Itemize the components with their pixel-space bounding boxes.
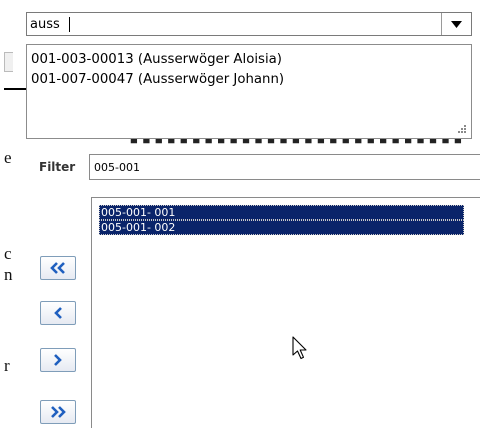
move-all-right-button[interactable] bbox=[40, 400, 76, 424]
search-combobox[interactable] bbox=[26, 12, 472, 36]
move-right-button[interactable] bbox=[40, 348, 76, 372]
dropdown-toggle-button[interactable] bbox=[441, 13, 471, 35]
filter-input[interactable] bbox=[89, 154, 480, 180]
background-text-fragment: n bbox=[4, 265, 13, 284]
list-item[interactable]: 005-001- 002 bbox=[99, 220, 464, 235]
background-text-fragment: c bbox=[4, 244, 12, 263]
move-left-button[interactable] bbox=[40, 301, 76, 325]
background-text-fragment: r bbox=[4, 356, 10, 375]
background-text-fragment: e bbox=[4, 148, 12, 167]
filter-label: Filter bbox=[39, 160, 76, 174]
list-item[interactable]: 005-001- 001 bbox=[99, 205, 464, 220]
suggestion-item[interactable]: 001-007-00047 (Ausserwöger Johann) bbox=[31, 72, 284, 87]
double-chevron-right-icon bbox=[51, 406, 66, 418]
background-heading-fragment: ■ ■ ■ ■ ■ ■ ■ ■ ■ ■ ■ ■ ■ ■ ■ ■ ■ ■ ■ ■ … bbox=[130, 138, 463, 147]
mouse-pointer-icon bbox=[292, 336, 307, 360]
background-line-fragment bbox=[4, 88, 26, 90]
available-items-listbox[interactable]: 005-001- 001 005-001- 002 bbox=[91, 197, 480, 428]
search-input[interactable] bbox=[30, 15, 430, 33]
autocomplete-dropdown: 001-003-00013 (Ausserwöger Aloisia) 001-… bbox=[26, 44, 472, 139]
move-all-left-button[interactable] bbox=[40, 256, 76, 280]
double-chevron-left-icon bbox=[50, 262, 65, 274]
resize-grip-icon[interactable] bbox=[455, 122, 467, 134]
text-caret bbox=[69, 17, 70, 32]
suggestion-item[interactable]: 001-003-00013 (Ausserwöger Aloisia) bbox=[31, 52, 282, 67]
background-icon-fragment bbox=[4, 52, 13, 72]
chevron-right-icon bbox=[54, 354, 62, 366]
chevron-left-icon bbox=[54, 307, 62, 319]
chevron-down-icon bbox=[451, 20, 462, 28]
